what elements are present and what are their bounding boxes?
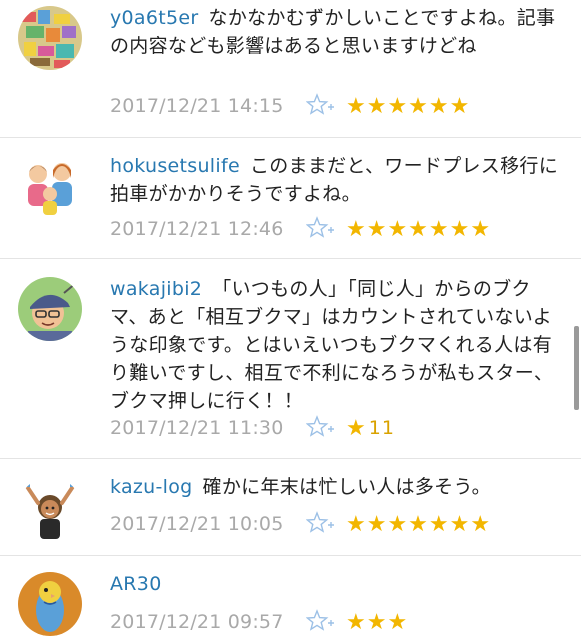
add-star-icon[interactable]	[305, 93, 346, 119]
family-avatar-icon[interactable]	[18, 154, 82, 218]
comment-item: y0a6t5er なかなかむずかしいことですよね。記事の内容なども影響はあると思い…	[0, 0, 581, 136]
cheering-person-avatar-icon[interactable]	[18, 477, 82, 541]
stars: ★★★	[346, 609, 409, 635]
comment-body: kazu-log 確かに年末は忙しい人は多そう。	[110, 473, 562, 501]
comment-meta: 2017/12/21 09:57 ★★★	[110, 607, 408, 637]
comment-body: hokusetsulife このままだと、ワードプレス移行に拍車がかかりそうですよ…	[110, 152, 562, 208]
comment-meta: 2017/12/21 10:05 ★★★★★★★	[110, 509, 491, 539]
mosaic-avatar-icon[interactable]	[18, 6, 82, 70]
star-count: 11	[368, 417, 395, 439]
star-rating[interactable]: ★★★	[346, 610, 408, 635]
star-rating[interactable]: ★★★★★★★	[346, 512, 491, 537]
timestamp[interactable]: 2017/12/21 11:30	[110, 417, 306, 439]
comment-meta: 2017/12/21 11:30 ★ 11	[110, 413, 395, 443]
stars: ★★★★★★	[346, 93, 471, 119]
comment-body: wakajibi2 「いつもの人」「同じ人」からのブクマ、あと「相互ブクマ」はカウ…	[110, 275, 562, 415]
timestamp[interactable]: 2017/12/21 10:05	[110, 513, 306, 535]
man-with-cap-avatar-icon[interactable]	[18, 277, 82, 341]
username-link[interactable]: wakajibi2	[110, 278, 202, 300]
star-rating[interactable]: ★★★★★★	[346, 94, 470, 119]
stars: ★★★★★★★	[346, 216, 492, 242]
username-link[interactable]: kazu-log	[110, 476, 193, 498]
username-link[interactable]: y0a6t5er	[110, 7, 199, 29]
parakeet-avatar-icon[interactable]	[18, 572, 82, 636]
comment-meta: 2017/12/21 12:46 ★★★★★★★	[110, 214, 491, 244]
comment-item: kazu-log 確かに年末は忙しい人は多そう。 2017/12/21 10:05…	[0, 459, 581, 555]
timestamp[interactable]: 2017/12/21 14:15	[110, 95, 306, 117]
comment-item: hokusetsulife このままだと、ワードプレス移行に拍車がかかりそうですよ…	[0, 138, 581, 258]
username-link[interactable]: AR30	[110, 573, 162, 595]
comment-feed: y0a6t5er なかなかむずかしいことですよね。記事の内容なども影響はあると思い…	[0, 0, 581, 640]
comment-body: y0a6t5er なかなかむずかしいことですよね。記事の内容なども影響はあると思い…	[110, 4, 562, 60]
comment-body: AR30	[110, 570, 562, 598]
add-star-icon[interactable]	[305, 609, 346, 635]
stars: ★★★★★★★	[346, 511, 492, 537]
comment-text: 確かに年末は忙しい人は多そう。	[202, 476, 491, 498]
comment-item: wakajibi2 「いつもの人」「同じ人」からのブクマ、あと「相互ブクマ」はカウ…	[0, 259, 581, 457]
add-star-icon[interactable]	[305, 216, 346, 242]
star-rating[interactable]: ★★★★★★★	[346, 217, 491, 242]
timestamp[interactable]: 2017/12/21 12:46	[110, 218, 306, 240]
comment-item: AR30 2017/12/21 09:57 ★★★	[0, 556, 581, 640]
scrollbar-thumb[interactable]	[574, 326, 579, 410]
username-link[interactable]: hokusetsulife	[110, 155, 240, 177]
timestamp[interactable]: 2017/12/21 09:57	[110, 611, 306, 633]
add-star-icon[interactable]	[305, 511, 346, 537]
comment-meta: 2017/12/21 14:15 ★★★★★★	[110, 91, 470, 121]
add-star-icon[interactable]	[305, 415, 346, 441]
stars: ★	[346, 415, 367, 441]
star-rating[interactable]: ★ 11	[346, 416, 395, 441]
